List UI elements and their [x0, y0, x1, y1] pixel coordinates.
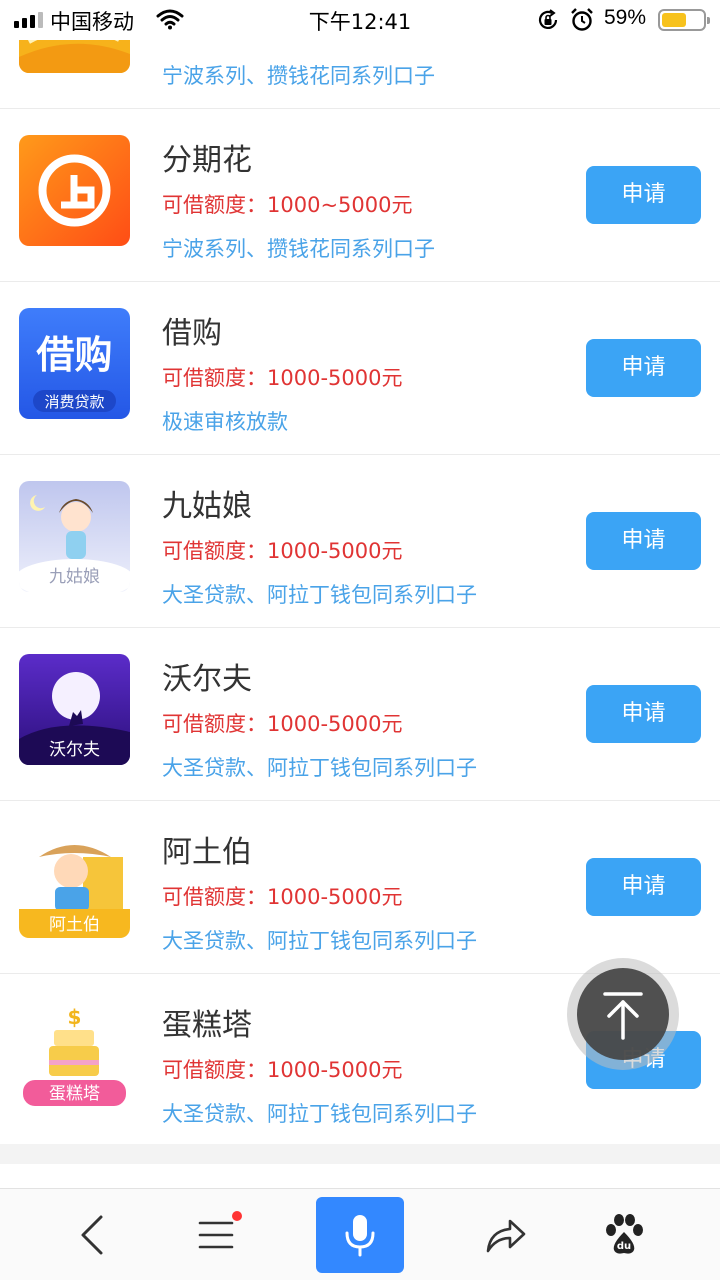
app-desc: 大圣贷款、阿拉丁钱包同系列口子: [162, 583, 477, 607]
app-desc: 大圣贷款、阿拉丁钱包同系列口子: [162, 756, 477, 780]
list-end-divider: [0, 1144, 720, 1164]
svg-text:沃尔夫: 沃尔夫: [49, 740, 100, 760]
apply-button[interactable]: 申请: [586, 512, 701, 570]
svg-text:du: du: [617, 1241, 631, 1252]
baidu-paw-icon: du: [606, 1214, 643, 1254]
app-desc: 极速审核放款: [162, 410, 288, 434]
back-to-top-button[interactable]: [567, 958, 679, 1070]
app-quota: 可借额度：1000-5000元: [162, 1058, 403, 1082]
browser-toolbar: du: [0, 1188, 720, 1280]
apply-button[interactable]: 申请: [586, 858, 701, 916]
app-desc: 大圣贷款、阿拉丁钱包同系列口子: [162, 1102, 477, 1126]
app-name: 九姑娘: [162, 489, 252, 524]
notification-dot: [232, 1211, 242, 1221]
app-quota: 可借额度：1000-5000元: [162, 539, 403, 563]
atubo-logo-icon[interactable]: 阿土伯: [19, 827, 130, 938]
share-icon: [486, 1219, 526, 1253]
svg-text:九姑娘: 九姑娘: [49, 567, 100, 587]
list-item: 分期花 可借额度：1000~5000元 宁波系列、攒钱花同系列口子 申请: [0, 109, 720, 282]
arrow-up-icon: [603, 992, 643, 1040]
app-quota: 可借额度：1000~5000元: [162, 193, 413, 217]
app-desc: 宁波系列、攒钱花同系列口子: [162, 237, 435, 261]
back-button[interactable]: [60, 1189, 124, 1280]
list-item: 沃尔夫 沃尔夫 可借额度：1000-5000元 大圣贷款、阿拉丁钱包同系列口子 …: [0, 628, 720, 801]
svg-text:蛋糕塔: 蛋糕塔: [49, 1084, 100, 1104]
app-quota: 可借额度：1000-5000元: [162, 885, 403, 909]
svg-text:消费贷款: 消费贷款: [44, 393, 104, 411]
app-name: 沃尔夫: [162, 662, 252, 697]
list-item: 阿土伯 阿土伯 可借额度：1000-5000元 大圣贷款、阿拉丁钱包同系列口子 …: [0, 801, 720, 974]
app-desc: 大圣贷款、阿拉丁钱包同系列口子: [162, 929, 477, 953]
app-name: 蛋糕塔: [162, 1008, 252, 1043]
battery-percent: 59%: [604, 6, 647, 29]
microphone-icon: [345, 1215, 375, 1257]
fenqihua-logo-icon[interactable]: [19, 135, 130, 246]
apply-button[interactable]: 申请: [586, 166, 701, 224]
alarm-clock-icon: [570, 7, 594, 39]
app-quota: 可借额度：1000-5000元: [162, 712, 403, 736]
app-quota: 可借额度：1000-5000元: [162, 366, 403, 390]
status-bar: 中国移动 下午12:41 59%: [0, 0, 720, 40]
app-desc: 宁波系列、攒钱花同系列口子: [162, 64, 435, 88]
rotation-lock-icon: [536, 8, 560, 38]
share-button[interactable]: [474, 1189, 538, 1280]
list-item: 借购 消费贷款 借购 可借额度：1000-5000元 极速审核放款 申请: [0, 282, 720, 455]
battery-level-fill: [662, 13, 686, 27]
jiuguniang-logo-icon[interactable]: 九姑娘: [19, 481, 130, 592]
baidu-home-button[interactable]: du: [592, 1189, 656, 1280]
jiegou-logo-icon[interactable]: 借购 消费贷款: [19, 308, 130, 419]
app-name: 分期花: [162, 143, 252, 178]
apply-button[interactable]: 申请: [586, 339, 701, 397]
menu-button[interactable]: [184, 1189, 248, 1280]
app-name: 借购: [162, 316, 222, 351]
back-icon: [81, 1215, 103, 1255]
menu-icon: [198, 1221, 234, 1249]
apply-button[interactable]: 申请: [586, 685, 701, 743]
svg-text:阿土伯: 阿土伯: [49, 915, 100, 935]
app-name: 阿土伯: [162, 835, 252, 870]
battery-icon: [658, 9, 710, 31]
voice-search-button[interactable]: [316, 1197, 404, 1273]
svg-text:$: $: [68, 1005, 82, 1029]
list-item: 九姑娘 九姑娘 可借额度：1000-5000元 大圣贷款、阿拉丁钱包同系列口子 …: [0, 455, 720, 628]
woerfu-logo-icon[interactable]: 沃尔夫: [19, 654, 130, 765]
svg-text:借购: 借购: [35, 333, 112, 377]
dangaota-logo-icon[interactable]: $ 蛋糕塔: [19, 1000, 130, 1111]
